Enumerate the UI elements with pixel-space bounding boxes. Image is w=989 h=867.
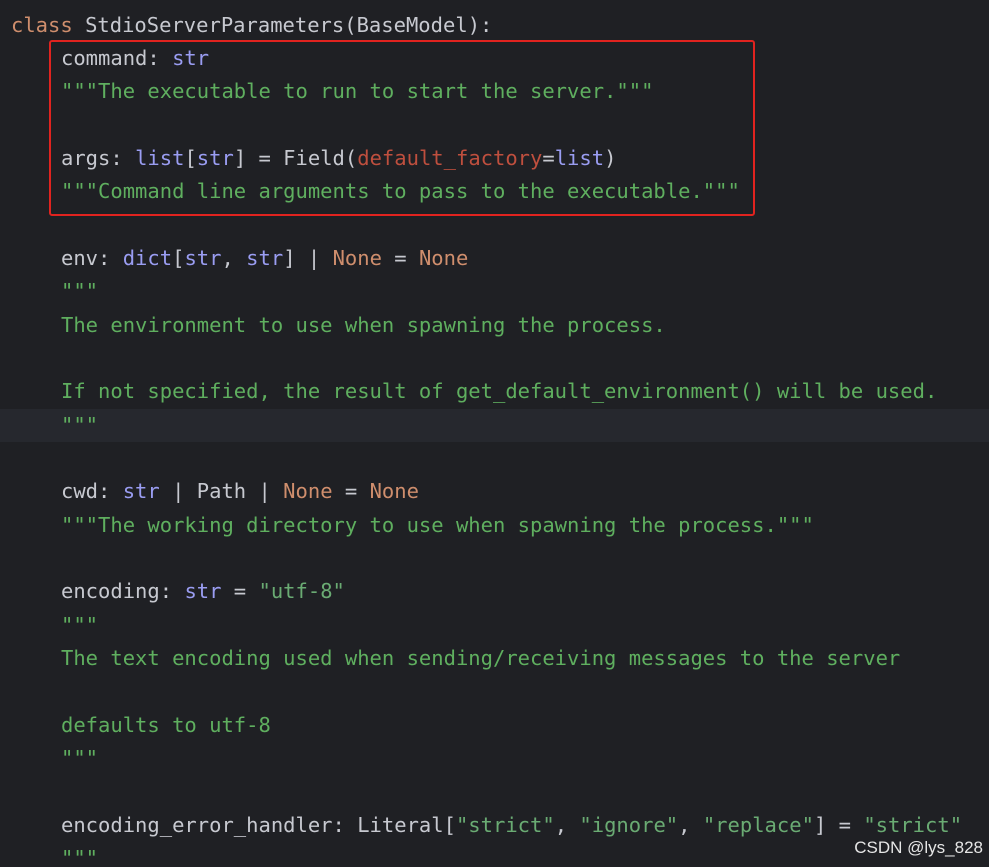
code-line-encoding: encoding: str = "utf-8" bbox=[0, 575, 989, 608]
bracket: [ bbox=[172, 246, 185, 270]
type-dict: dict bbox=[122, 246, 173, 270]
code-line-env-doc-close: """ bbox=[0, 409, 989, 443]
class-name: StdioServerParameters bbox=[85, 13, 345, 37]
keyword-none: None bbox=[283, 479, 333, 503]
keyword-none: None bbox=[418, 246, 469, 270]
docstring: """ bbox=[61, 613, 99, 637]
string-literal: "strict" bbox=[863, 813, 963, 837]
base-class: BaseModel bbox=[356, 13, 468, 37]
paren-open: ( bbox=[344, 13, 357, 37]
code-line-encoding-doc-1: The text encoding used when sending/rece… bbox=[0, 642, 989, 675]
comma: , bbox=[554, 813, 580, 837]
docstring: """ bbox=[61, 846, 99, 867]
keyword-class: class bbox=[11, 13, 73, 37]
equals: = bbox=[221, 579, 259, 603]
code-line-env-doc-2: If not specified, the result of get_defa… bbox=[0, 375, 989, 408]
watermark-text: CSDN @lys_828 bbox=[854, 838, 983, 857]
paren-close: ): bbox=[467, 13, 493, 37]
string-literal: "utf-8" bbox=[258, 579, 345, 603]
field-name-env: env bbox=[61, 246, 99, 270]
field-name-encoding: encoding bbox=[61, 579, 160, 603]
colon: : bbox=[159, 579, 185, 603]
code-line-encoding-doc-open: """ bbox=[0, 609, 989, 642]
comma: , bbox=[678, 813, 703, 837]
type-str: str bbox=[246, 246, 284, 270]
highlight-annotation-box bbox=[49, 40, 755, 216]
equals: = bbox=[332, 479, 370, 503]
code-line-env: env: dict[str, str] | None = None bbox=[0, 242, 989, 275]
comma: , bbox=[221, 246, 247, 270]
code-line-cwd-doc: """The working directory to use when spa… bbox=[0, 509, 989, 542]
colon: : bbox=[98, 246, 123, 270]
docstring: """ bbox=[61, 279, 99, 303]
keyword-none: None bbox=[369, 479, 419, 503]
string-literal: "strict" bbox=[455, 813, 555, 837]
string-literal: "replace" bbox=[702, 813, 814, 837]
code-line-encoding-error-handler-doc: """ bbox=[0, 842, 989, 867]
equals: = bbox=[381, 246, 419, 270]
type-str: str bbox=[122, 479, 160, 503]
string-literal: "ignore" bbox=[579, 813, 679, 837]
colon: : bbox=[98, 479, 123, 503]
docstring: """ bbox=[61, 413, 99, 437]
code-line-encoding-doc-close: """ bbox=[0, 742, 989, 775]
bracket-pipe: ] | bbox=[283, 246, 333, 270]
keyword-none: None bbox=[332, 246, 382, 270]
docstring: The environment to use when spawning the… bbox=[61, 313, 666, 337]
code-line-cwd: cwd: str | Path | None = None bbox=[0, 475, 989, 508]
code-line-encoding-error-handler: encoding_error_handler: Literal["strict"… bbox=[0, 809, 989, 842]
code-line-env-doc-open: """ bbox=[0, 275, 989, 308]
type-path: | Path | bbox=[159, 479, 284, 503]
docstring: """ bbox=[61, 746, 99, 770]
field-name-encoding-error-handler: encoding_error_handler bbox=[61, 813, 333, 837]
type-str: str bbox=[184, 246, 222, 270]
colon: : bbox=[332, 813, 358, 837]
code-line-class-def: class StdioServerParameters(BaseModel): bbox=[11, 9, 989, 42]
code-line-encoding-doc-2: defaults to utf-8 bbox=[0, 709, 989, 742]
docstring: defaults to utf-8 bbox=[61, 713, 271, 737]
code-editor[interactable]: class StdioServerParameters(BaseModel): … bbox=[0, 0, 989, 867]
docstring: The text encoding used when sending/rece… bbox=[61, 646, 901, 670]
docstring: """The working directory to use when spa… bbox=[61, 513, 814, 537]
type-literal: Literal[ bbox=[357, 813, 456, 837]
code-line-env-doc-1: The environment to use when spawning the… bbox=[0, 309, 989, 342]
type-str: str bbox=[184, 579, 222, 603]
field-name-cwd: cwd bbox=[61, 479, 99, 503]
docstring: If not specified, the result of get_defa… bbox=[61, 379, 938, 403]
bracket-equals: ] = bbox=[813, 813, 864, 837]
